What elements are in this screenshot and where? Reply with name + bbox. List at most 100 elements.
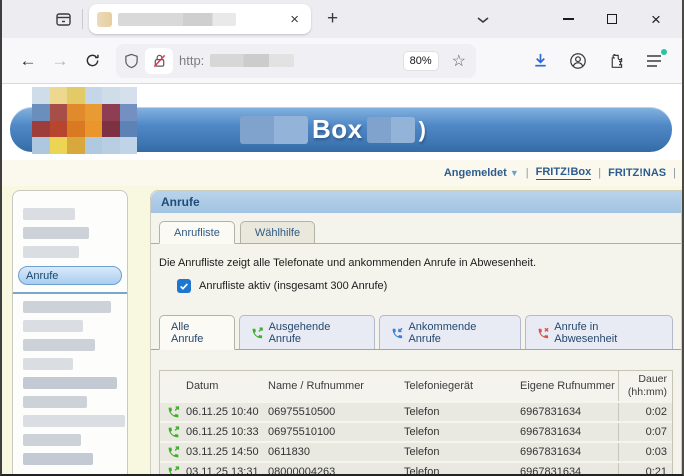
page-title: Anrufe	[151, 191, 681, 213]
cell-geraet: Telefon	[404, 446, 520, 458]
browser-tab[interactable]: ×	[89, 4, 311, 34]
fritzbox-banner: Box )	[2, 84, 682, 160]
new-tab-button[interactable]: +	[321, 8, 344, 30]
nav-link-fritznas[interactable]: FRITZ!NAS	[608, 167, 666, 179]
url-scheme: http:	[179, 53, 204, 68]
firefox-view-icon[interactable]	[48, 6, 78, 32]
filter-tab-alle-anrufe[interactable]: Alle Anrufe	[159, 315, 235, 350]
sidebar-item-anrufe[interactable]: Anrufe	[18, 266, 122, 285]
tab-waehlhilfe[interactable]: Wählhilfe	[240, 221, 315, 243]
anrufliste-aktiv-checkbox[interactable]	[177, 279, 191, 293]
downloads-icon[interactable]	[528, 49, 552, 73]
filter-tab-label: Ausgehende Anrufe	[269, 321, 363, 345]
tab-favicon-redacted	[97, 12, 112, 27]
cell-rufnummer: 0611830	[268, 446, 404, 458]
redacted-menu-item[interactable]	[23, 434, 81, 446]
logged-in-menu[interactable]: Angemeldet ▼	[444, 167, 519, 179]
forward-icon[interactable]: →	[44, 45, 76, 77]
close-button[interactable]: ×	[634, 0, 678, 38]
session-bar: Angemeldet ▼ | FRITZ!Box | FRITZ!NAS |	[2, 160, 682, 186]
cell-datum: 06.11.25 10:33	[186, 426, 268, 438]
filter-tab-abwesenheit[interactable]: Anrufe in Abwesenheit	[525, 315, 673, 349]
description-text: Die Anrufliste zeigt alle Telefonate und…	[159, 257, 673, 269]
zoom-level-badge[interactable]: 80%	[404, 52, 438, 70]
filter-tab-label: Ankommende Anrufe	[408, 321, 508, 345]
banner-product-name: Box	[312, 114, 363, 145]
checkbox-label: Anrufliste aktiv (insgesamt 300 Anrufe)	[199, 280, 387, 292]
anrufliste-aktiv-row: Anrufliste aktiv (insgesamt 300 Anrufe)	[177, 279, 673, 293]
back-icon[interactable]: ←	[12, 45, 44, 77]
cell-dauer: 0:03	[618, 443, 672, 461]
cell-rufnummer: 06975510500	[268, 406, 404, 418]
banner-model-redacted	[367, 117, 415, 143]
cell-dauer: 0:21	[618, 463, 672, 475]
link-separator: |	[673, 167, 676, 179]
nav-link-fritzbox[interactable]: FRITZ!Box	[536, 166, 592, 180]
maximize-button[interactable]	[590, 0, 634, 38]
brand-logo-redacted	[32, 87, 137, 154]
redacted-menu-item[interactable]	[23, 358, 73, 370]
redacted-menu-item[interactable]	[23, 208, 75, 220]
redacted-menu-item[interactable]	[23, 227, 89, 239]
tab-close-icon[interactable]: ×	[286, 10, 303, 29]
col-name: Name / Rufnummer	[268, 380, 404, 392]
browser-tab-bar: × + ×	[2, 0, 682, 38]
banner-title-suffix: )	[419, 117, 426, 143]
incoming-call-icon	[391, 327, 404, 340]
shield-icon[interactable]	[124, 53, 139, 69]
tabs-row: Anrufliste Wählhilfe	[151, 213, 681, 244]
cell-geraet: Telefon	[404, 426, 520, 438]
redacted-menu-item[interactable]	[23, 415, 125, 427]
cell-datum: 03.11.25 14:50	[186, 446, 268, 458]
redacted-menu-item[interactable]	[23, 301, 111, 313]
filter-tab-ankommende[interactable]: Ankommende Anrufe	[379, 315, 521, 349]
account-icon[interactable]	[566, 49, 590, 73]
filter-tab-ausgehende[interactable]: Ausgehende Anrufe	[239, 315, 375, 349]
fritzbox-page: Box ) Angemeldet ▼ | FRITZ!Box | FRITZ!N…	[2, 84, 682, 475]
browser-toolbar: ← → http: 80% ☆	[2, 38, 682, 84]
menu-hamburger-icon[interactable]	[642, 49, 666, 73]
redacted-menu-item[interactable]	[23, 453, 93, 465]
link-separator: |	[598, 167, 601, 179]
main-panel: Anrufe Anrufliste Wählhilfe Die Anruflis…	[150, 190, 682, 475]
outgoing-call-icon	[167, 406, 180, 419]
cell-datum: 06.11.25 10:40	[186, 406, 268, 418]
cell-eigene-rufnummer: 6967831634	[520, 406, 618, 418]
redacted-menu-item[interactable]	[23, 320, 83, 332]
insecure-lock-icon[interactable]	[145, 48, 173, 74]
bookmark-star-icon[interactable]: ☆	[452, 51, 466, 71]
cell-dauer: 0:02	[618, 403, 672, 421]
redacted-menu-item[interactable]	[23, 396, 87, 408]
filter-tab-label: Anrufe in Abwesenheit	[554, 321, 661, 345]
url-bar[interactable]: http: 80% ☆	[116, 44, 476, 78]
table-row[interactable]: 06.11.25 10:33 06975510100 Telefon 69678…	[160, 421, 672, 441]
minimize-button[interactable]	[546, 0, 590, 38]
table-row[interactable]: 06.11.25 10:40 06975510500 Telefon 69678…	[160, 401, 672, 421]
chevron-down-icon: ▼	[510, 168, 519, 178]
col-datum: Datum	[186, 380, 268, 392]
table-row[interactable]: 03.11.25 13:31 08000004263 Telefon 69678…	[160, 461, 672, 475]
table-row[interactable]: 03.11.25 14:50 0611830 Telefon 696783163…	[160, 441, 672, 461]
redacted-menu-item[interactable]	[23, 339, 95, 351]
cell-geraet: Telefon	[404, 466, 520, 475]
extensions-puzzle-icon[interactable]	[604, 49, 628, 73]
table-header-row: Datum Name / Rufnummer Telefoniegerät Ei…	[160, 371, 672, 401]
cell-eigene-rufnummer: 6967831634	[520, 466, 618, 475]
cell-geraet: Telefon	[404, 406, 520, 418]
missed-call-icon	[537, 327, 550, 340]
call-table: Datum Name / Rufnummer Telefoniegerät Ei…	[159, 370, 673, 475]
tab-anrufliste[interactable]: Anrufliste	[159, 221, 235, 244]
redacted-menu-item[interactable]	[23, 246, 79, 258]
tab-list-chevron-icon[interactable]	[476, 12, 490, 30]
filter-tabs-row: Alle Anrufe Ausgehende Anrufe Ankommende…	[151, 309, 681, 350]
outgoing-call-icon	[251, 327, 264, 340]
table-body: 06.11.25 10:40 06975510500 Telefon 69678…	[160, 401, 672, 475]
link-separator: |	[526, 167, 529, 179]
cell-datum: 03.11.25 13:31	[186, 466, 268, 475]
cell-rufnummer: 08000004263	[268, 466, 404, 475]
cell-dauer: 0:07	[618, 423, 672, 441]
redacted-menu-item[interactable]	[23, 377, 117, 389]
window-controls: ×	[546, 0, 678, 38]
reload-icon[interactable]	[76, 45, 108, 77]
col-eigene: Eigene Rufnummer	[520, 380, 618, 392]
